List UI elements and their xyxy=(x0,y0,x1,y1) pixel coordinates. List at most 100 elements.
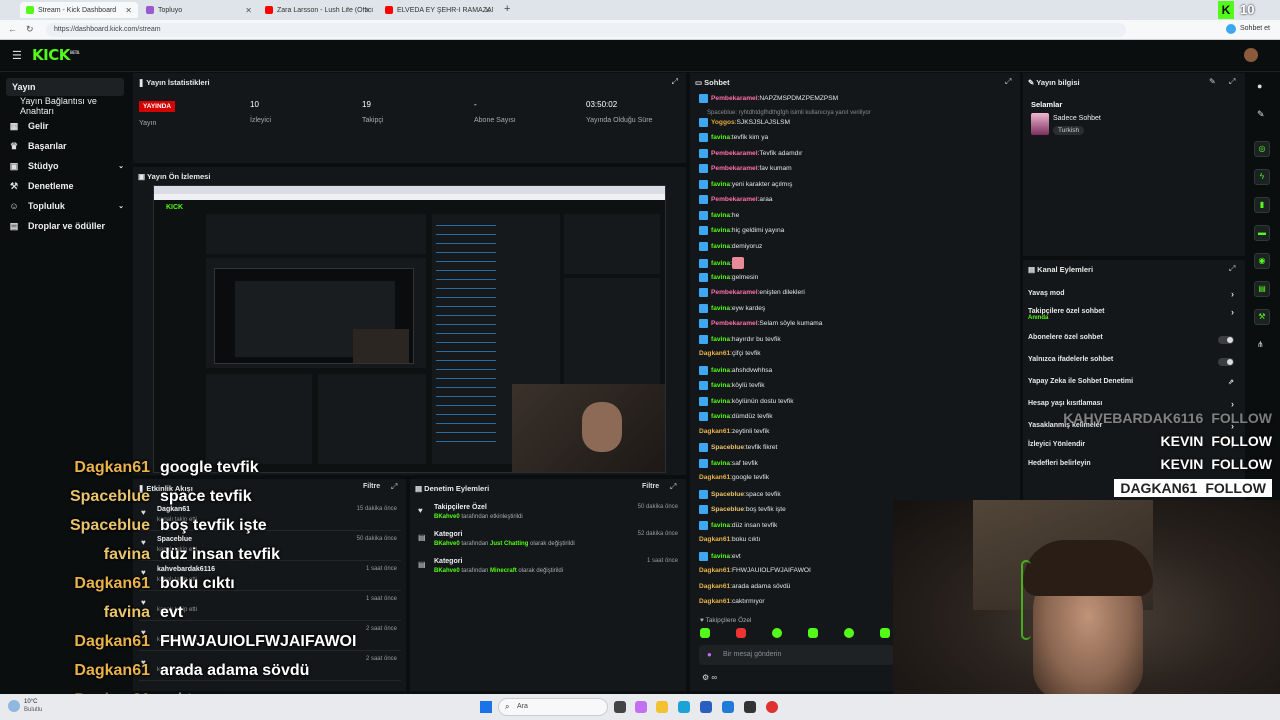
windows-start-icon[interactable] xyxy=(480,701,492,713)
printer-icon[interactable]: ▤ xyxy=(1254,281,1270,297)
new-tab-button[interactable]: + xyxy=(504,3,510,15)
popout-icon[interactable]: ⤢ xyxy=(672,77,678,87)
popout-icon[interactable]: ⤢ xyxy=(1229,264,1235,274)
chat-username[interactable]: Yoggos xyxy=(711,119,735,126)
popout-icon[interactable]: ⤢ xyxy=(1005,77,1011,87)
chat-username[interactable]: Spaceblue xyxy=(711,444,744,451)
chat-username[interactable]: Pembekaramel xyxy=(711,289,758,296)
filter-button[interactable]: Filtre xyxy=(363,483,380,490)
store-icon[interactable] xyxy=(700,701,712,713)
chevron-right-icon[interactable]: › xyxy=(1231,307,1234,317)
taskbar-search[interactable]: ⌕ Ara xyxy=(498,698,608,716)
refresh-icon[interactable]: ↻ xyxy=(26,24,34,35)
sidebar-item-topluluk[interactable]: ☺ Topluluk ⌄ xyxy=(8,197,124,215)
mod-actor[interactable]: BKahve0 xyxy=(434,514,460,520)
channel-action-item[interactable]: Abonelere özel sohbet xyxy=(1028,334,1240,348)
chat-username[interactable]: Dagkan61 xyxy=(699,536,730,543)
sidebar-item-basarilar[interactable]: ♛ Başarılar xyxy=(8,137,67,155)
chat-input[interactable]: ● Bir mesaj gönderin xyxy=(699,645,894,665)
channel-action-item[interactable]: Yapay Zeka ile Sohbet Denetimi ⇗ xyxy=(1028,378,1240,392)
mod-actor[interactable]: BKahve0 xyxy=(434,568,460,574)
chat-username[interactable]: favina xyxy=(711,227,730,234)
chat-username[interactable]: favina xyxy=(711,134,730,141)
chat-username[interactable]: favina xyxy=(711,413,730,420)
chat-username[interactable]: favina xyxy=(711,260,730,267)
toggle-switch[interactable] xyxy=(1218,358,1234,366)
sidebar-item-studyo[interactable]: ▣ Stüdyo ⌄ xyxy=(8,157,124,175)
taskview-icon[interactable] xyxy=(614,701,626,713)
toggle-switch[interactable] xyxy=(1218,336,1234,344)
sidebar-item-gelir[interactable]: ▦ Gelir xyxy=(8,117,49,135)
emote-icon[interactable] xyxy=(736,628,746,638)
copilot-icon[interactable] xyxy=(635,701,647,713)
sidebar-item-yayin[interactable]: Yayın xyxy=(6,78,124,96)
chat-username[interactable]: Pembekaramel xyxy=(711,95,758,102)
external-link-icon[interactable]: ⇗ xyxy=(1228,378,1234,386)
emote-icon[interactable] xyxy=(844,628,854,638)
channel-action-item[interactable]: Takipçilere özel sohbet Anında › xyxy=(1028,307,1240,322)
chat-username[interactable]: favina xyxy=(711,382,730,389)
chat-username[interactable]: Pembekaramel xyxy=(711,165,758,172)
close-icon[interactable]: ✕ xyxy=(245,6,252,15)
chat-username[interactable]: favina xyxy=(711,398,730,405)
close-icon[interactable]: ✕ xyxy=(364,6,371,15)
avatar[interactable] xyxy=(1244,48,1258,62)
chat-button[interactable]: Sohbet et xyxy=(1240,25,1270,32)
kick-logo[interactable]: KICKBETA xyxy=(32,46,80,64)
message-icon[interactable]: ▬ xyxy=(1254,225,1270,241)
copilot-icon[interactable] xyxy=(1226,24,1236,34)
bolt-icon[interactable]: ϟ xyxy=(1254,169,1270,185)
chat-username[interactable]: favina xyxy=(711,522,730,529)
sidebar-item-droplar[interactable]: ▤ Droplar ve ödüller xyxy=(8,217,105,235)
tab-youtube-2[interactable]: ELVEDA EY ŞEHR-İ RAMAZAN | M ✕ xyxy=(379,2,497,18)
app-icon[interactable] xyxy=(766,701,778,713)
chat-username[interactable]: Pembekaramel xyxy=(711,320,758,327)
chat-username[interactable]: favina xyxy=(711,243,730,250)
url-field[interactable]: https://dashboard.kick.com/stream xyxy=(46,23,1126,37)
chat-username[interactable]: Dagkan61 xyxy=(699,474,730,481)
wrench-icon[interactable]: ⚒ xyxy=(1254,309,1270,325)
chat-username[interactable]: Dagkan61 xyxy=(699,598,730,605)
chat-settings-icon[interactable]: ⚙ ∞ xyxy=(702,673,717,682)
close-icon[interactable]: ✕ xyxy=(484,6,491,15)
chat-username[interactable]: Dagkan61 xyxy=(699,583,730,590)
chat-username[interactable]: Spaceblue xyxy=(711,506,744,513)
tab-topluyo[interactable]: Topluyo ✕ xyxy=(140,2,258,18)
emote-icon[interactable] xyxy=(880,628,890,638)
edit-icon[interactable]: ✎ xyxy=(1209,77,1216,86)
chat-username[interactable]: favina xyxy=(711,336,730,343)
chat-username[interactable]: favina xyxy=(711,274,730,281)
chat-username[interactable]: favina xyxy=(711,305,730,312)
chat-username[interactable]: Spaceblue xyxy=(711,491,744,498)
channel-action-item[interactable]: Yalnızca ifadelerle sohbet xyxy=(1028,356,1240,370)
tab-youtube-1[interactable]: Zara Larsson - Lush Life (Official V ✕ xyxy=(259,2,377,18)
edge-icon[interactable] xyxy=(678,701,690,713)
emote-icon[interactable] xyxy=(700,628,710,638)
chat-username[interactable]: favina xyxy=(711,212,730,219)
sidebar-item-denetleme[interactable]: ⚒ Denetleme xyxy=(8,177,74,195)
pencil-icon[interactable]: ✎ xyxy=(1257,109,1265,120)
mail-icon[interactable] xyxy=(722,701,734,713)
chat-username[interactable]: favina xyxy=(711,367,730,374)
camera-icon[interactable]: ◎ xyxy=(1254,141,1270,157)
chat-username[interactable]: favina xyxy=(711,181,730,188)
mod-actor[interactable]: BKahve0 xyxy=(434,541,460,547)
filter-button[interactable]: Filtre xyxy=(642,483,659,490)
menu-icon[interactable]: ☰ xyxy=(12,49,22,62)
popout-icon[interactable]: ⤢ xyxy=(1229,77,1235,87)
chat-username[interactable]: Pembekaramel xyxy=(711,150,758,157)
mod-target[interactable]: Minecraft xyxy=(490,568,517,574)
chevron-right-icon[interactable]: › xyxy=(1231,399,1234,409)
info-icon[interactable]: ● xyxy=(1257,81,1262,91)
chat-username[interactable]: Dagkan61 xyxy=(699,350,730,357)
emote-picker-icon[interactable]: ● xyxy=(707,650,712,659)
back-icon[interactable]: ← xyxy=(8,24,17,34)
close-icon[interactable]: ✕ xyxy=(125,6,132,15)
channel-action-item[interactable]: Yavaş mod › xyxy=(1028,289,1240,304)
emote-icon[interactable] xyxy=(772,628,782,638)
popout-icon[interactable]: ⤢ xyxy=(391,482,397,492)
sidebar-item-stream-key[interactable]: Yayın Bağlantısı ve Anahtarı xyxy=(20,96,130,116)
folder-icon[interactable] xyxy=(656,701,668,713)
obs-icon[interactable] xyxy=(744,701,756,713)
share-icon[interactable]: ⋔ xyxy=(1257,340,1264,349)
